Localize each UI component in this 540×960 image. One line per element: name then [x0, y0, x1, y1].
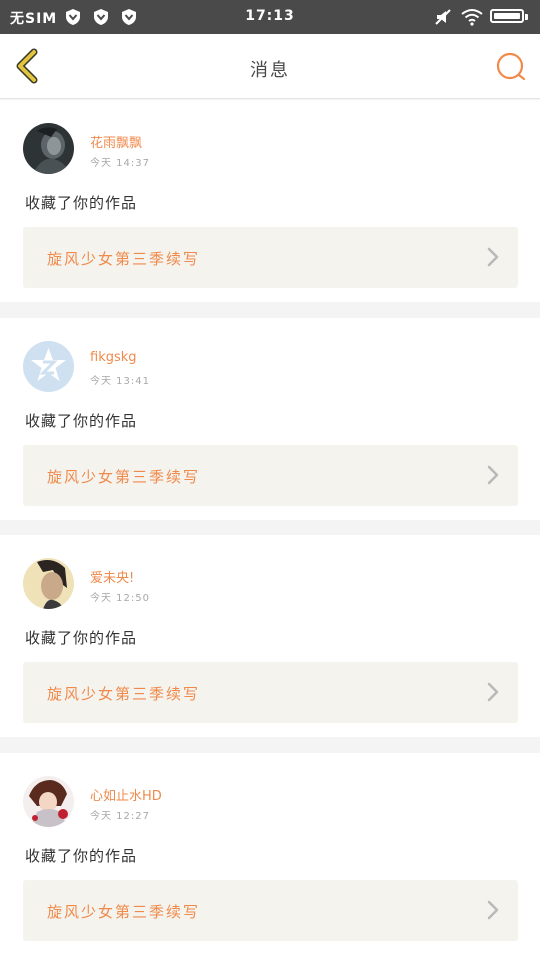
avatar[interactable]	[23, 558, 74, 609]
battery-tip	[525, 14, 528, 20]
battery-icon	[490, 9, 524, 23]
username[interactable]: 爱未央!	[90, 567, 134, 586]
action-text: 收藏了你的作品	[25, 847, 138, 865]
default-avatar-icon	[23, 341, 74, 392]
work-title: 旋风少女第三季续写	[47, 685, 201, 703]
user-photo	[23, 123, 74, 174]
user-photo	[23, 558, 74, 609]
clock: 17:13	[245, 8, 295, 24]
wifi-icon	[461, 9, 483, 26]
username[interactable]: 心如止水HD	[90, 785, 162, 804]
work-link[interactable]: 旋风少女第三季续写	[23, 880, 518, 941]
timestamp: 今天 13:41	[90, 376, 150, 387]
work-link[interactable]: 旋风少女第三季续写	[23, 227, 518, 288]
username[interactable]: 花雨飘飘	[90, 132, 142, 151]
message-card: 爱未央! 今天 12:50 收藏了你的作品 旋风少女第三季续写	[0, 535, 540, 737]
user-photo	[23, 776, 74, 827]
work-title: 旋风少女第三季续写	[47, 468, 201, 486]
timestamp: 今天 12:50	[90, 593, 150, 604]
chevron-right-icon	[487, 900, 499, 920]
message-card: 花雨飘飘 今天 14:37 收藏了你的作品 旋风少女第三季续写	[0, 100, 540, 302]
message-card: fikgskg 今天 13:41 收藏了你的作品 旋风少女第三季续写	[0, 318, 540, 520]
work-link[interactable]: 旋风少女第三季续写	[23, 662, 518, 723]
action-text: 收藏了你的作品	[25, 629, 138, 647]
page-title: 消息	[250, 60, 290, 81]
mute-icon	[435, 9, 451, 25]
chevron-right-icon	[487, 465, 499, 485]
avatar[interactable]	[23, 341, 74, 392]
timestamp: 今天 12:27	[90, 811, 150, 822]
message-card: 心如止水HD 今天 12:27 收藏了你的作品 旋风少女第三季续写	[0, 753, 540, 960]
action-text: 收藏了你的作品	[25, 194, 138, 212]
search-button[interactable]	[494, 50, 528, 84]
avatar[interactable]	[23, 123, 74, 174]
chevron-right-icon	[487, 247, 499, 267]
action-text: 收藏了你的作品	[25, 412, 138, 430]
username[interactable]: fikgskg	[90, 350, 137, 365]
chevron-right-icon	[487, 682, 499, 702]
work-title: 旋风少女第三季续写	[47, 903, 201, 921]
avatar[interactable]	[23, 776, 74, 827]
header-bar: 消息	[0, 34, 540, 99]
status-bar: 无SIM 17:13	[0, 0, 540, 34]
work-title: 旋风少女第三季续写	[47, 250, 201, 268]
timestamp: 今天 14:37	[90, 158, 150, 169]
work-link[interactable]: 旋风少女第三季续写	[23, 445, 518, 506]
